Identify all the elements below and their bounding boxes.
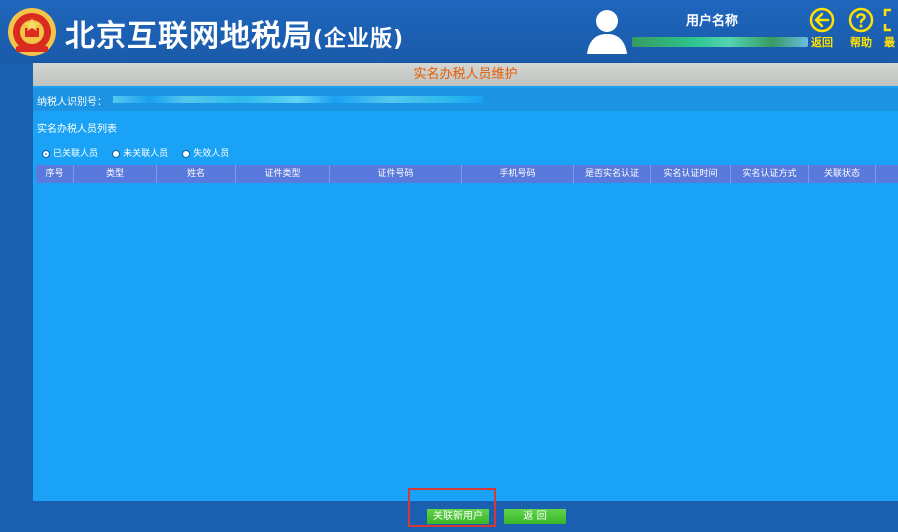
help-nav-label: 帮助 (850, 36, 872, 49)
filter-label-unlinked: 未关联人员 (123, 149, 169, 159)
app-edition: (企业版) (313, 27, 405, 52)
tax-bureau-emblem-icon (8, 8, 56, 56)
radio-dot (112, 149, 121, 158)
column-header-verify-method[interactable]: 实名认证方式 (731, 165, 809, 183)
column-header-verify-time[interactable]: 实名认证时间 (651, 165, 731, 183)
filter-label-invalid: 失效人员 (193, 149, 230, 159)
column-header-type[interactable]: 类型 (74, 165, 157, 183)
filter-radio-invalid[interactable]: 失效人员 (182, 146, 229, 159)
column-header-id-number[interactable]: 证件号码 (330, 165, 462, 183)
taxpayer-id-masked (113, 96, 483, 103)
help-nav-button[interactable]: 帮助 (846, 7, 876, 50)
filter-radio-linked[interactable]: 已关联人员 (42, 146, 98, 159)
column-header-id-type[interactable]: 证件类型 (236, 165, 330, 183)
user-avatar-icon (587, 10, 627, 54)
column-header-link-status[interactable]: 关联状态 (809, 165, 876, 183)
app-title-text: 北京互联网地税局 (65, 19, 313, 54)
taxpayer-id-label: 纳税人识别号： (37, 97, 107, 108)
column-header-verified[interactable]: 是否实名认证 (574, 165, 651, 183)
radio-dot (182, 149, 191, 158)
help-icon (848, 7, 874, 33)
maximize-icon (883, 8, 891, 32)
column-header-filler (876, 165, 898, 183)
column-header-phone[interactable]: 手机号码 (462, 165, 574, 183)
back-button[interactable]: 返 回 (504, 509, 566, 524)
maximize-nav-label: 最 (884, 36, 895, 49)
maximize-nav-button[interactable]: 最 (880, 7, 898, 50)
main-panel: 实名办税人员维护 纳税人识别号： 实名办税人员列表 已关联人员 未关联人员 失效… (33, 63, 898, 501)
filter-label-linked: 已关联人员 (53, 149, 99, 159)
app-title: 北京互联网地税局(企业版) (65, 11, 404, 55)
user-name-label: 用户名称 (686, 14, 739, 29)
list-caption: 实名办税人员列表 (37, 124, 117, 135)
taxpayer-id-row: 纳税人识别号： (33, 88, 898, 111)
column-header-index[interactable]: 序号 (36, 165, 74, 183)
table-header: 序号 类型 姓名 证件类型 证件号码 手机号码 是否实名认证 实名认证时间 实名… (36, 165, 898, 183)
back-nav-button[interactable]: 返回 (807, 7, 837, 50)
radio-dot-checked (42, 149, 50, 158)
filter-radio-unlinked[interactable]: 未关联人员 (112, 146, 168, 159)
back-nav-label: 返回 (811, 36, 833, 49)
page-title: 实名办税人员维护 (33, 63, 898, 86)
app-header: 北京互联网地税局(企业版) 用户名称 返回 帮助 最 (0, 0, 898, 63)
column-header-name[interactable]: 姓名 (157, 165, 236, 183)
back-icon (809, 7, 835, 33)
filter-radio-group: 已关联人员 未关联人员 失效人员 (42, 142, 238, 159)
highlight-annotation (408, 488, 496, 527)
user-account-masked (632, 37, 808, 47)
